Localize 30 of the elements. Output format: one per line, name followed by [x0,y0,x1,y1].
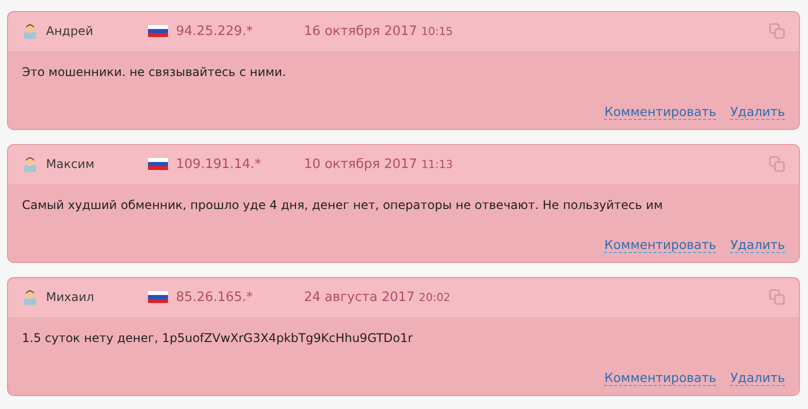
copy-icon[interactable] [769,156,785,172]
comment-date: 24 августа 2017 [304,290,415,304]
ip-address: 85.26.165.* [176,290,254,304]
user-avatar-icon [22,23,38,39]
flag-icon [148,158,168,170]
user-avatar-icon [22,289,38,305]
flag-icon [148,291,168,303]
action-link[interactable]: Удалить [730,104,785,120]
ip-address: 109.191.14.* [176,156,262,172]
comment-text: Самый худший обменник, прошло уде 4 дня, денег нет, операторы не отвечают. Не пользуйтесь им [22,198,664,212]
action-link[interactable]: Комментировать [604,370,716,386]
action-link[interactable]: Комментировать [604,104,716,120]
comment-time: 10:15 [421,24,453,38]
comment-date: 16 октября 2017 [304,24,418,38]
action-link[interactable]: Комментировать [604,237,716,253]
comment-time: 20:02 [418,290,450,304]
copy-icon[interactable] [769,23,785,39]
action-link[interactable]: Удалить [730,370,785,386]
user-avatar-icon [22,156,38,172]
copy-icon[interactable] [769,289,785,305]
action-link[interactable]: Удалить [730,237,785,253]
flag-icon [148,25,168,37]
comment-date: 10 октября 2017 [304,156,418,172]
author-name: Андрей [46,24,94,38]
author-name: Михаил [46,290,96,304]
comment-text: 1.5 суток нету денег, 1p5uofZVwXrG3X4pkbTg9KcHhu9GTDo1r [22,331,414,345]
comment-time: 11:13 [421,158,453,170]
author-name: Максим [46,157,96,171]
comment-text: Это мошенники. не связывайтесь с ними. [22,65,288,79]
ip-address: 94.25.229.* [176,24,254,38]
